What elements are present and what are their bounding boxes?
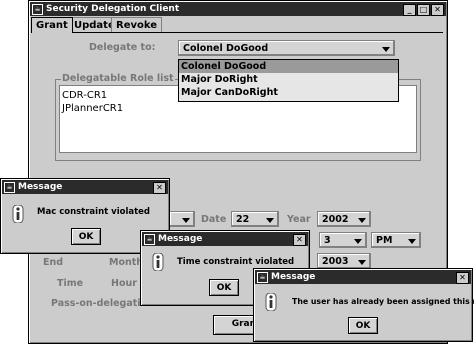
start-month-select[interactable] xyxy=(169,211,195,227)
ok-button[interactable]: OK xyxy=(348,317,378,334)
info-icon xyxy=(12,205,24,223)
java-cup-icon: ☕ xyxy=(144,233,155,245)
info-icon xyxy=(152,253,164,271)
list-item[interactable]: JPlannerCR1 xyxy=(62,103,123,114)
date-select[interactable]: 22 xyxy=(231,211,279,227)
end-label: End xyxy=(43,257,64,268)
year-label: Year xyxy=(287,214,311,225)
dialog-titlebar[interactable]: ☕ Message ✕ xyxy=(142,232,308,246)
close-icon[interactable]: ✕ xyxy=(153,182,166,194)
pass-on-delegation-label: Pass-on-delegation xyxy=(51,298,154,309)
chevron-down-icon[interactable] xyxy=(182,218,190,223)
dropdown-option-selected[interactable]: Colonel DoGood xyxy=(179,60,398,73)
chevron-down-icon[interactable] xyxy=(354,239,362,244)
list-item[interactable]: CDR-CR1 xyxy=(62,90,107,101)
dropdown-option[interactable]: Major DoRight xyxy=(181,74,258,85)
close-icon[interactable]: ✕ xyxy=(293,234,306,246)
minimize-icon[interactable]: _ xyxy=(403,4,416,16)
message-dialog-assigned: ☕ Message ✕ The user has already been as… xyxy=(253,268,474,342)
dialog-message: Mac constraint violated xyxy=(37,207,151,217)
date-label: Date xyxy=(201,214,227,225)
dialog-titlebar[interactable]: ☕ Message ✕ xyxy=(2,180,168,194)
year-select[interactable]: 2002 xyxy=(317,211,371,227)
java-cup-icon: ☕ xyxy=(257,271,268,283)
close-icon[interactable]: ✕ xyxy=(431,4,444,16)
chevron-down-icon[interactable] xyxy=(358,218,366,223)
hour-label: Hour xyxy=(111,278,137,289)
delegate-to-label: Delegate to: xyxy=(89,42,156,53)
delegate-dropdown-list[interactable]: Colonel DoGood Major DoRight Major CanDo… xyxy=(178,59,399,102)
month-label: Month xyxy=(109,257,144,268)
window-title: Security Delegation Client xyxy=(46,4,180,14)
dialog-title: Message xyxy=(158,234,203,244)
chevron-down-icon[interactable] xyxy=(358,260,366,265)
dialog-title: Message xyxy=(271,272,316,282)
time-label: Time xyxy=(57,278,84,289)
end-year-select[interactable]: 2003 xyxy=(317,253,371,269)
delegate-to-select[interactable]: Colonel DoGood xyxy=(178,40,395,56)
tab-grant[interactable]: Grant xyxy=(31,17,73,33)
close-icon[interactable]: ✕ xyxy=(456,272,469,284)
dialog-titlebar[interactable]: ☕ Message ✕ xyxy=(255,270,471,284)
dialog-title: Message xyxy=(18,182,63,192)
java-cup-icon: ☕ xyxy=(32,3,43,15)
java-cup-icon: ☕ xyxy=(4,181,15,193)
maximize-icon[interactable]: □ xyxy=(417,4,430,16)
main-titlebar[interactable]: ☕ Security Delegation Client _ □ ✕ xyxy=(30,2,446,16)
info-icon xyxy=(265,293,277,311)
chevron-down-icon[interactable] xyxy=(408,239,416,244)
chevron-down-icon[interactable] xyxy=(266,218,274,223)
ok-button[interactable]: OK xyxy=(209,279,239,296)
ok-button[interactable]: OK xyxy=(71,228,101,245)
ampm-select[interactable]: PM xyxy=(371,232,421,248)
dialog-message: Time constraint violated xyxy=(177,257,295,267)
chevron-down-icon[interactable] xyxy=(382,47,390,52)
tab-revoke[interactable]: Revoke xyxy=(111,17,163,33)
role-list-label: Delegatable Role list xyxy=(61,73,175,84)
dropdown-option[interactable]: Major CanDoRight xyxy=(181,87,278,98)
dialog-message: The user has already been assigned this … xyxy=(292,297,474,306)
hour-select[interactable]: 3 xyxy=(319,232,367,248)
